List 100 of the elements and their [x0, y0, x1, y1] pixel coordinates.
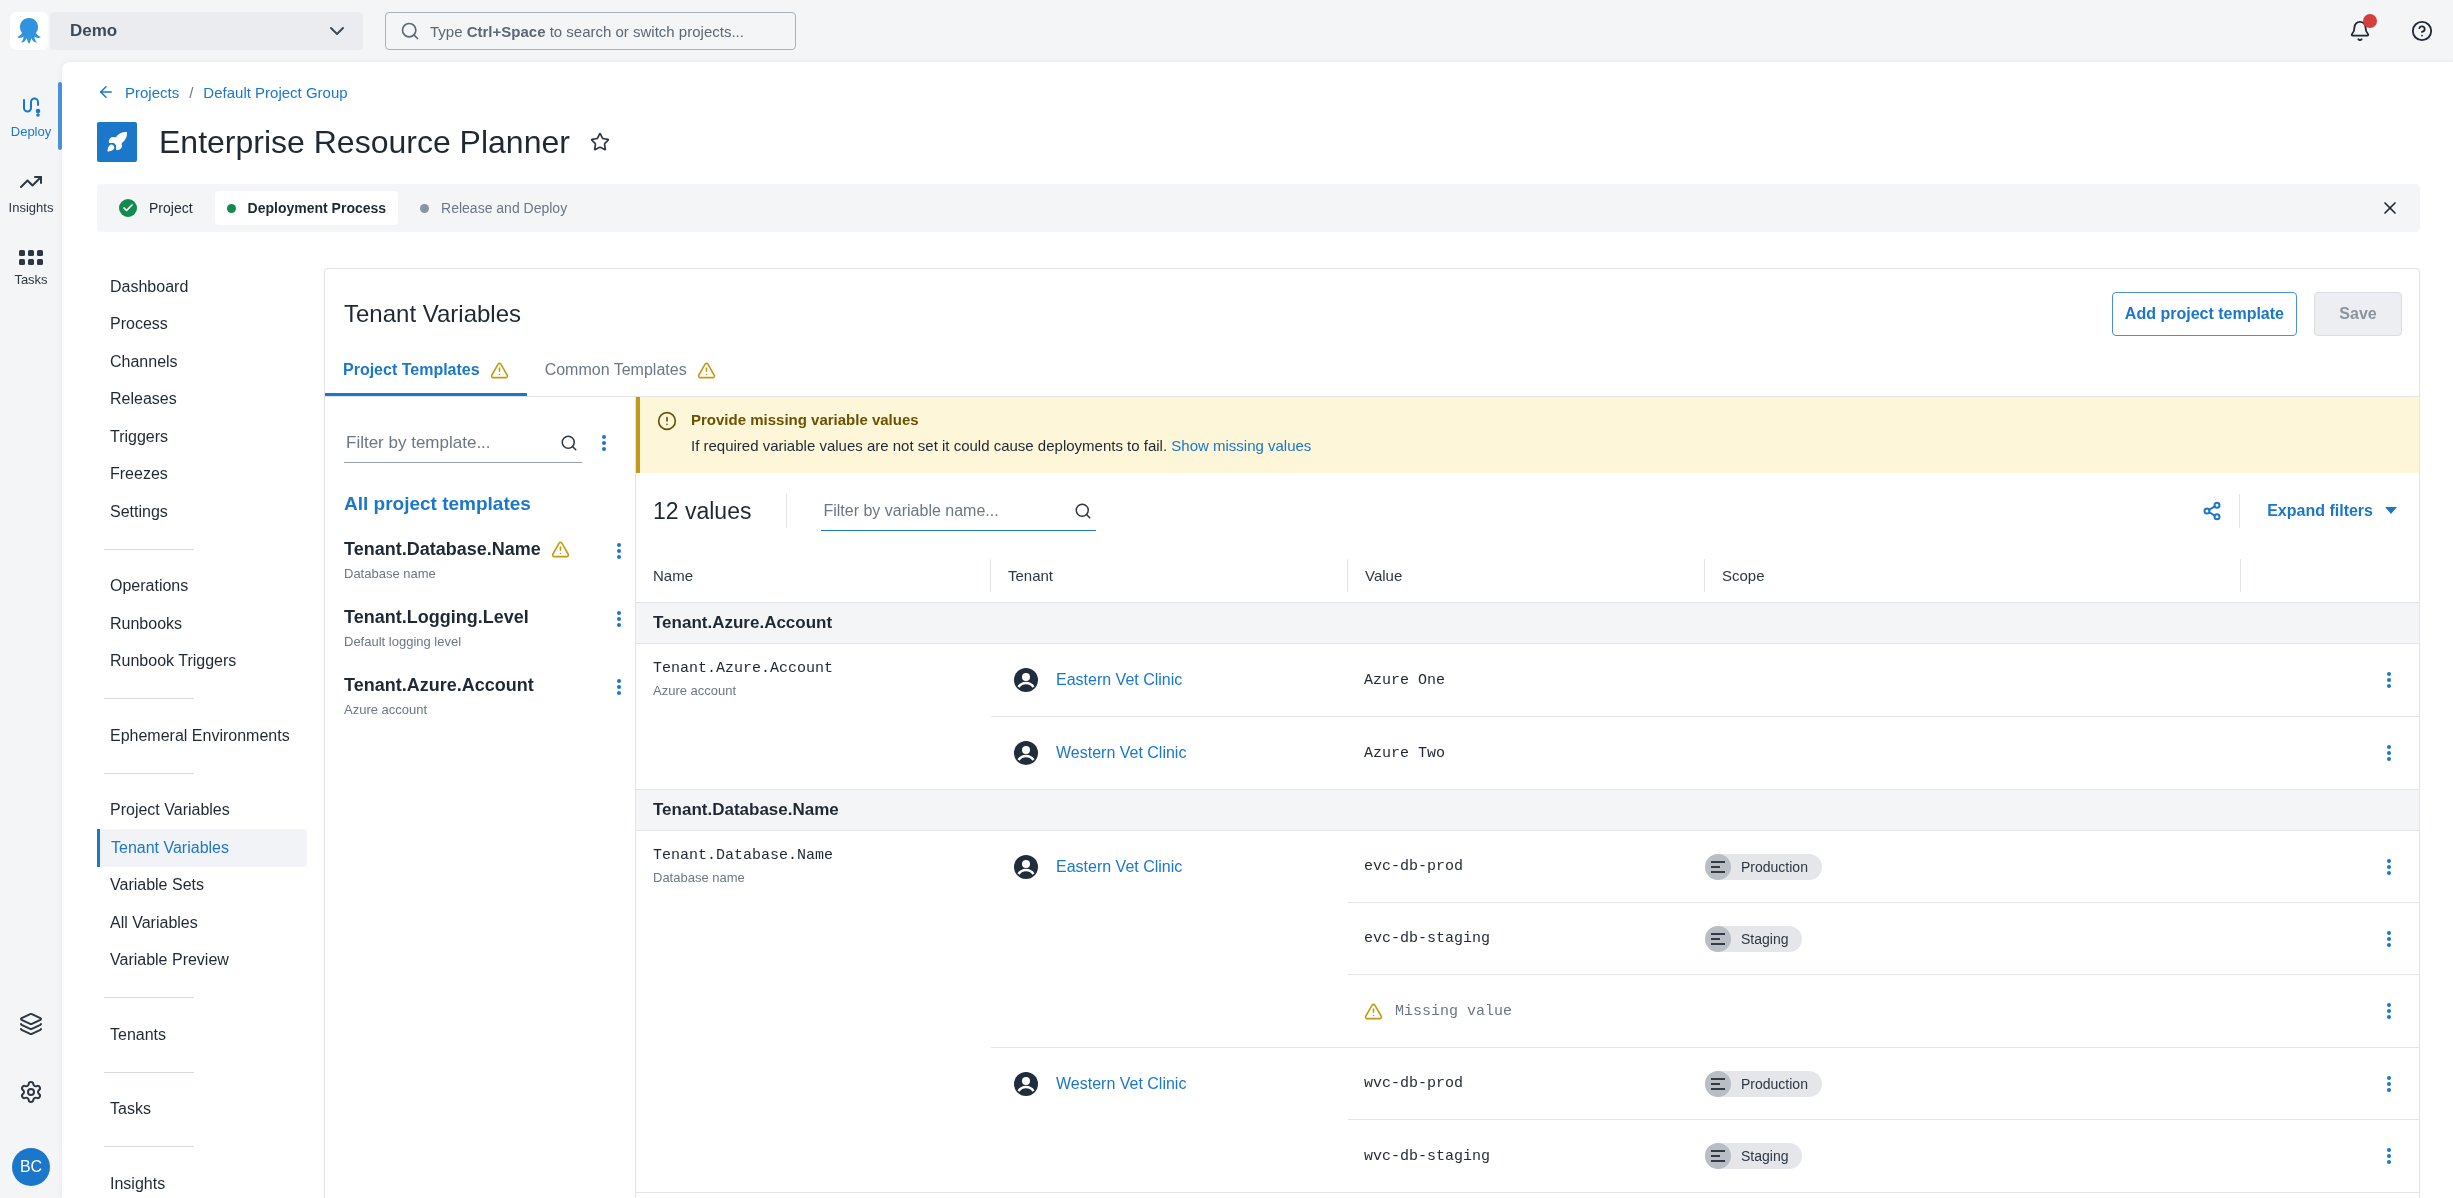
- tenant-link[interactable]: Western Vet Clinic: [1056, 744, 1187, 762]
- environment-icon: [1711, 860, 1725, 873]
- more-options-button[interactable]: [2387, 672, 2391, 688]
- more-options-button[interactable]: [2387, 1075, 2391, 1092]
- nav-item[interactable]: All Variables: [97, 904, 307, 942]
- user-avatar[interactable]: BC: [12, 1148, 50, 1186]
- add-template-button[interactable]: Add project template: [2111, 292, 2297, 336]
- variable-value: wvc-db-prod: [1364, 1075, 1464, 1092]
- nav-item[interactable]: Runbook Triggers: [97, 642, 307, 680]
- rocket-icon: [106, 131, 128, 153]
- more-options-button[interactable]: [2387, 1003, 2391, 1019]
- breadcrumb-link[interactable]: Default Project Group: [203, 83, 348, 101]
- more-options-icon: [2387, 1075, 2391, 1092]
- breadcrumb-separator: /: [189, 83, 194, 101]
- environment-icon: [1711, 1077, 1725, 1090]
- tasks-icon: [19, 249, 43, 266]
- environment-icon: [1711, 932, 1725, 945]
- search-icon: [400, 21, 420, 41]
- nav-item[interactable]: Insights: [97, 1165, 307, 1198]
- more-options-button[interactable]: [2387, 930, 2391, 947]
- more-options-icon: [2387, 672, 2391, 688]
- more-options-button[interactable]: [617, 543, 621, 559]
- more-options-icon: [617, 611, 621, 627]
- tenant-link[interactable]: Western Vet Clinic: [1056, 1075, 1187, 1093]
- nav-item[interactable]: Triggers: [97, 418, 307, 456]
- variable-value: Azure Two: [1364, 744, 1445, 762]
- nav-item[interactable]: Ephemeral Environments: [97, 717, 307, 755]
- nav-item[interactable]: Operations: [97, 567, 307, 605]
- values-count: 12 values: [653, 497, 752, 525]
- template-filter-field[interactable]: Filter by template...: [344, 431, 560, 454]
- column-header: Name: [636, 559, 991, 592]
- variable-value: Azure One: [1364, 671, 1445, 689]
- share-button[interactable]: [2202, 501, 2223, 521]
- breadcrumb-link[interactable]: Projects: [125, 83, 180, 101]
- star-icon[interactable]: [589, 132, 610, 152]
- rail-item[interactable]: Insights: [0, 154, 62, 230]
- more-options-icon: [2387, 930, 2391, 947]
- rail-item[interactable]: Tasks: [0, 230, 62, 306]
- help-icon[interactable]: [2411, 20, 2433, 42]
- nav-item[interactable]: Channels: [97, 343, 307, 381]
- nav-item[interactable]: Tenants: [97, 1016, 307, 1054]
- person-icon: [1014, 855, 1038, 879]
- search-field[interactable]: Type Ctrl+Space to search or switch projects...: [385, 12, 796, 50]
- template-name[interactable]: Tenant.Logging.Level: [344, 607, 529, 628]
- template-description: Azure account: [344, 702, 429, 717]
- caret-down-icon: [2385, 507, 2397, 515]
- scope-chip: Staging: [1705, 925, 1803, 952]
- rail-item[interactable]: Deploy: [0, 78, 62, 154]
- settings-icon[interactable]: [19, 1080, 43, 1104]
- tab[interactable]: Project Templates: [325, 347, 527, 396]
- alert-icon: [657, 411, 677, 431]
- nav-item[interactable]: Project Variables: [97, 791, 307, 829]
- nav-item[interactable]: Settings: [97, 493, 307, 531]
- variable-value: Missing value: [1395, 1002, 1513, 1020]
- nav-item[interactable]: Variable Preview: [97, 941, 307, 979]
- stepper-step[interactable]: Deployment Process: [214, 191, 399, 225]
- group-header: Tenant.Azure.Account: [636, 603, 2419, 644]
- show-missing-link[interactable]: Show missing values: [1171, 437, 1312, 454]
- nav-item[interactable]: Dashboard: [97, 268, 307, 306]
- person-icon: [1014, 741, 1038, 765]
- more-options-button[interactable]: [2387, 1148, 2391, 1164]
- scope-chip: Production: [1705, 1070, 1822, 1097]
- all-templates-link[interactable]: All project templates: [344, 493, 635, 515]
- more-options-button[interactable]: [2387, 858, 2391, 875]
- variable-name: Tenant.Azure.Account: [653, 660, 835, 677]
- nav-item[interactable]: Process: [97, 305, 307, 343]
- nav-item[interactable]: Freezes: [97, 455, 307, 493]
- tenant-link[interactable]: Eastern Vet Clinic: [1056, 671, 1183, 689]
- column-header: Tenant: [991, 559, 1348, 592]
- person-icon: [1014, 668, 1038, 692]
- template-name[interactable]: Tenant.Azure.Account: [344, 675, 534, 696]
- expand-filters-button[interactable]: Expand filters: [2257, 502, 2397, 520]
- stepper-step[interactable]: Release and Deploy: [408, 191, 580, 225]
- more-options-button[interactable]: [617, 679, 621, 695]
- more-options-button[interactable]: [2387, 745, 2391, 761]
- nav-item[interactable]: Runbooks: [97, 605, 307, 643]
- scope-chip: Staging: [1705, 1143, 1803, 1169]
- space-selector[interactable]: Demo: [50, 12, 363, 50]
- nav-item[interactable]: Variable Sets: [97, 866, 307, 904]
- variable-value: evc-db-staging: [1364, 930, 1491, 947]
- more-options-button[interactable]: [602, 435, 606, 451]
- stepper-step[interactable]: Project: [107, 191, 205, 225]
- column-header: Scope: [1705, 559, 2241, 592]
- search-icon: [1074, 501, 1093, 520]
- nav-item[interactable]: Tenant Variables: [97, 829, 307, 867]
- banner-text: If required variable values are not set it could cause deployments to fail.: [691, 437, 1168, 454]
- nav-item[interactable]: Tasks: [97, 1090, 307, 1128]
- template-name[interactable]: Tenant.Database.Name: [344, 539, 541, 560]
- more-options-icon: [2387, 745, 2391, 761]
- variable-value: wvc-db-staging: [1364, 1147, 1491, 1165]
- layers-icon[interactable]: [19, 1012, 43, 1036]
- panel-title: Tenant Variables: [344, 300, 521, 328]
- octopus-logo[interactable]: [10, 12, 48, 50]
- bell-icon: [2349, 20, 2371, 42]
- nav-item[interactable]: Releases: [97, 380, 307, 418]
- more-options-button[interactable]: [617, 611, 621, 627]
- tab[interactable]: Common Templates: [526, 347, 734, 396]
- variable-filter-field[interactable]: Filter by variable name...: [821, 500, 1075, 521]
- scope-chip: Production: [1705, 853, 1822, 880]
- tenant-link[interactable]: Eastern Vet Clinic: [1056, 858, 1183, 876]
